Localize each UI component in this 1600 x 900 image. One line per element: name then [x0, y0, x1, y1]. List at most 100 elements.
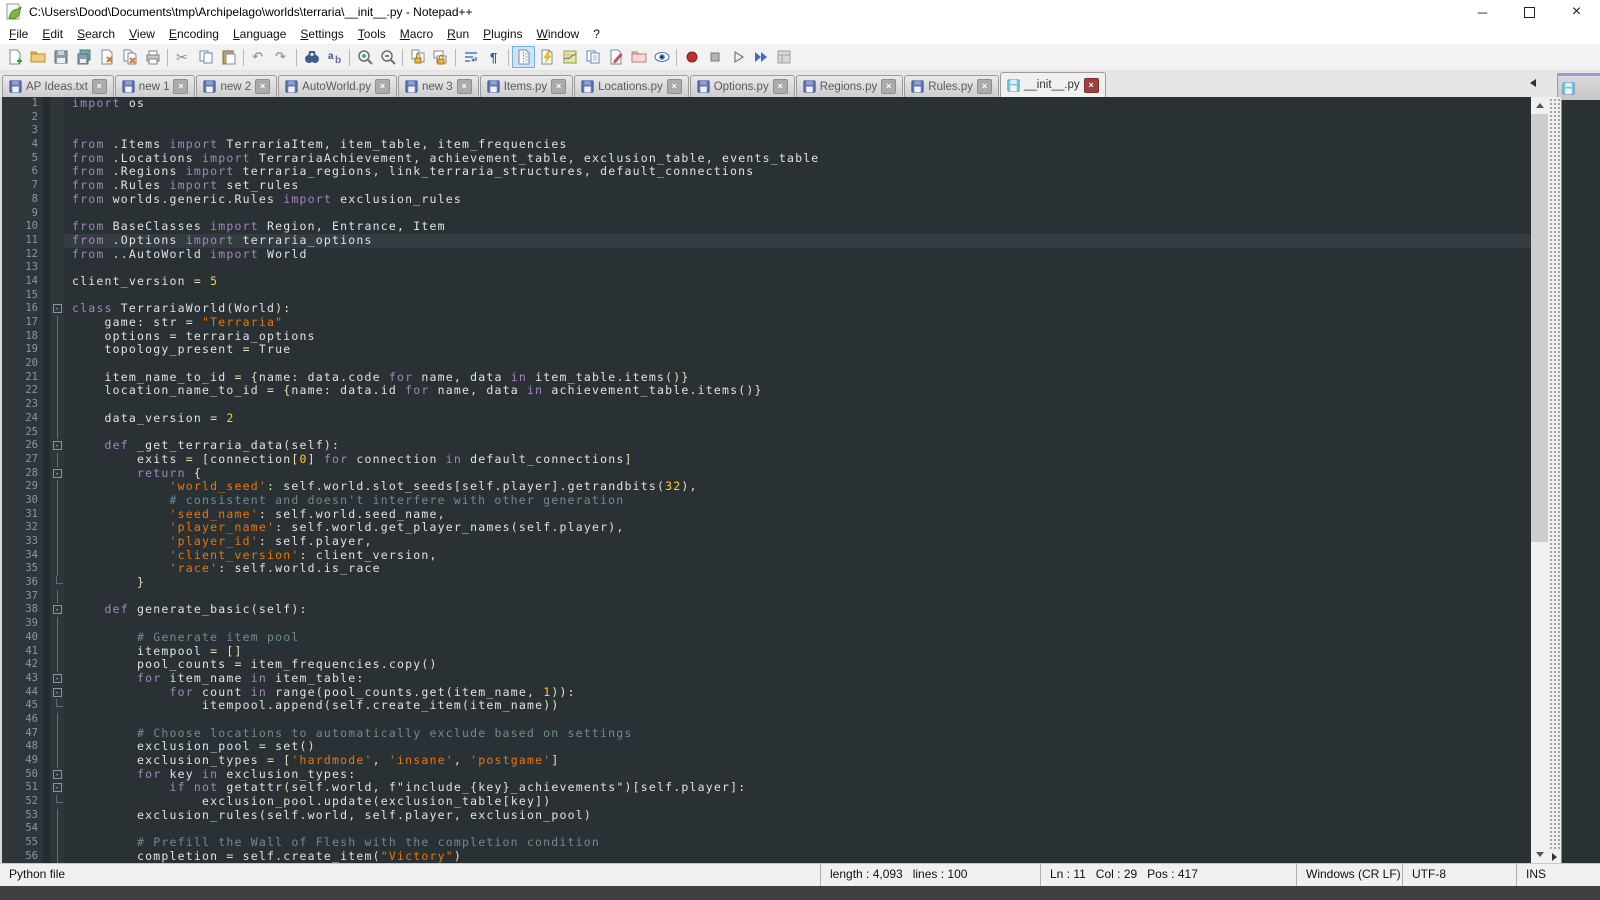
tab-close-icon[interactable]: × [773, 79, 788, 94]
fold-margin[interactable]: - [50, 302, 64, 316]
bookmark-margin[interactable] [43, 508, 50, 522]
menu-edit[interactable]: Edit [35, 25, 70, 43]
line-number[interactable]: 32 [2, 521, 43, 535]
line-number[interactable]: 34 [2, 549, 43, 563]
tab-new-3[interactable]: new 3× [398, 75, 479, 97]
line-number[interactable]: 30 [2, 494, 43, 508]
tab-close-icon[interactable]: × [1084, 78, 1099, 93]
new-file-icon[interactable] [3, 46, 26, 68]
fold-margin[interactable]: - [50, 603, 64, 617]
code-line[interactable]: 53 exclusion_rules(self.world, self.play… [2, 809, 1531, 823]
line-number[interactable]: 9 [2, 207, 43, 221]
bookmark-margin[interactable] [43, 822, 50, 836]
code-text[interactable]: for item_name in item_table: [64, 672, 1531, 686]
code-text[interactable]: exclusion_pool = set() [64, 740, 1531, 754]
bookmark-margin[interactable] [43, 658, 50, 672]
line-number[interactable]: 46 [2, 713, 43, 727]
bookmark-margin[interactable] [43, 699, 50, 713]
modified-doc-icon[interactable] [604, 46, 627, 68]
fold-margin[interactable]: - [50, 672, 64, 686]
code-line[interactable]: 7from .Rules import set_rules [2, 179, 1531, 193]
line-number[interactable]: 15 [2, 289, 43, 303]
tab-close-icon[interactable]: × [667, 79, 682, 94]
code-line[interactable]: 18 options = terraria_options [2, 330, 1531, 344]
bookmark-margin[interactable] [43, 179, 50, 193]
code-line[interactable]: 54 [2, 822, 1531, 836]
line-number[interactable]: 16 [2, 302, 43, 316]
bookmark-margin[interactable] [43, 97, 50, 111]
code-line[interactable]: 22 location_name_to_id = {name: data.id … [2, 384, 1531, 398]
fold-margin[interactable] [50, 480, 64, 494]
code-line[interactable]: 12from ..AutoWorld import World [2, 248, 1531, 262]
line-number[interactable]: 45 [2, 699, 43, 713]
line-number[interactable]: 13 [2, 261, 43, 275]
hscroll-right-arrow[interactable] [1548, 850, 1561, 863]
fold-margin[interactable] [50, 740, 64, 754]
menu-run[interactable]: Run [440, 25, 476, 43]
code-line[interactable]: 40 # Generate item pool [2, 631, 1531, 645]
code-line[interactable]: 36 } [2, 576, 1531, 590]
code-text[interactable]: from .Options import terraria_options [64, 234, 1531, 248]
bookmark-margin[interactable] [43, 398, 50, 412]
line-number[interactable]: 5 [2, 152, 43, 166]
code-text[interactable]: 'player_id': self.player, [64, 535, 1531, 549]
fold-margin[interactable] [50, 658, 64, 672]
bookmark-margin[interactable] [43, 850, 50, 863]
code-text[interactable]: pool_counts = item_frequencies.copy() [64, 658, 1531, 672]
fold-margin[interactable] [50, 617, 64, 631]
code-line[interactable]: 24 data_version = 2 [2, 412, 1531, 426]
bookmark-margin[interactable] [43, 275, 50, 289]
code-line[interactable]: 23 [2, 398, 1531, 412]
code-text[interactable]: from .Regions import terraria_regions, l… [64, 165, 1531, 179]
bookmark-margin[interactable] [43, 453, 50, 467]
code-text[interactable]: def generate_basic(self): [64, 603, 1531, 617]
document-map-icon[interactable] [558, 46, 581, 68]
code-text[interactable]: } [64, 576, 1531, 590]
line-number[interactable]: 8 [2, 193, 43, 207]
fold-margin[interactable] [50, 398, 64, 412]
line-number[interactable]: 27 [2, 453, 43, 467]
fold-margin[interactable] [50, 165, 64, 179]
bookmark-margin[interactable] [43, 426, 50, 440]
line-number[interactable]: 40 [2, 631, 43, 645]
function-list-icon[interactable] [535, 46, 558, 68]
menu-plugins[interactable]: Plugins [476, 25, 529, 43]
paste-icon[interactable] [217, 46, 240, 68]
code-text[interactable]: from .Rules import set_rules [64, 179, 1531, 193]
tab-close-icon[interactable]: × [977, 79, 992, 94]
bookmark-margin[interactable] [43, 467, 50, 481]
line-number[interactable]: 12 [2, 248, 43, 262]
code-line[interactable]: 50- for key in exclusion_types: [2, 768, 1531, 782]
redo-icon[interactable]: ↷ [270, 46, 293, 68]
bookmark-margin[interactable] [43, 535, 50, 549]
line-number[interactable]: 56 [2, 850, 43, 863]
indent-guide-icon[interactable] [512, 46, 535, 68]
code-text[interactable]: item_name_to_id = {name: data.code for n… [64, 371, 1531, 385]
bookmark-margin[interactable] [43, 289, 50, 303]
code-text[interactable]: 'race': self.world.is_race [64, 562, 1531, 576]
fold-margin[interactable] [50, 275, 64, 289]
line-number[interactable]: 23 [2, 398, 43, 412]
bookmark-margin[interactable] [43, 781, 50, 795]
fold-box-icon[interactable]: - [53, 469, 62, 478]
code-text[interactable]: 'seed_name': self.world.seed_name, [64, 508, 1531, 522]
fold-box-icon[interactable]: - [53, 688, 62, 697]
bookmark-margin[interactable] [43, 617, 50, 631]
code-line[interactable]: 51- if not getattr(self.world, f"include… [2, 781, 1531, 795]
fold-box-icon[interactable]: - [53, 441, 62, 450]
tab-ap-ideas-txt[interactable]: AP Ideas.txt× [2, 75, 114, 97]
tab-autoworld-py[interactable]: AutoWorld.py× [278, 75, 397, 97]
line-number[interactable]: 19 [2, 343, 43, 357]
bookmark-margin[interactable] [43, 562, 50, 576]
minimize-button[interactable]: ─ [1459, 0, 1506, 24]
fold-box-icon[interactable]: - [53, 770, 62, 779]
code-line[interactable]: 48 exclusion_pool = set() [2, 740, 1531, 754]
code-text[interactable]: # Generate item pool [64, 631, 1531, 645]
line-number[interactable]: 35 [2, 562, 43, 576]
bookmark-margin[interactable] [43, 439, 50, 453]
code-text[interactable]: client_version = 5 [64, 275, 1531, 289]
code-line[interactable]: 28- return { [2, 467, 1531, 481]
code-line[interactable]: 46 [2, 713, 1531, 727]
bookmark-margin[interactable] [43, 357, 50, 371]
play-macro-icon[interactable] [726, 46, 749, 68]
